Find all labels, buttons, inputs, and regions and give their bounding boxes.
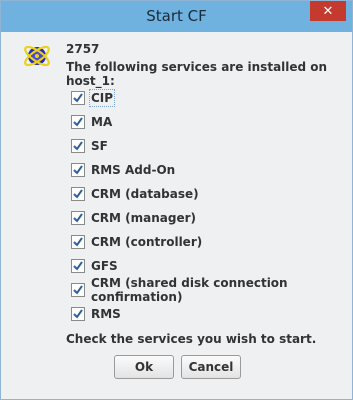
checkbox-box[interactable]	[71, 283, 85, 297]
services-checklist: CIP MA SF RMS Add-On CRM (database) CRM …	[71, 86, 345, 326]
ok-button[interactable]: Ok	[114, 355, 174, 379]
service-checkbox-sf[interactable]: SF	[71, 134, 345, 158]
service-checkbox-crm-manager[interactable]: CRM (manager)	[71, 206, 345, 230]
service-checkbox-crm-database[interactable]: CRM (database)	[71, 182, 345, 206]
service-label: GFS	[91, 259, 118, 273]
dialog-content: 2757 The following services are installe…	[8, 32, 345, 392]
checkbox-box[interactable]	[71, 115, 85, 129]
checkbox-box[interactable]	[71, 235, 85, 249]
window-title: Start CF	[146, 7, 207, 25]
service-label: CRM (shared disk connection confirmation…	[91, 276, 288, 304]
instruction-text: Check the services you wish to start.	[66, 332, 317, 346]
service-label: CRM (database)	[91, 187, 199, 201]
service-checkbox-ma[interactable]: MA	[71, 110, 345, 134]
service-label: RMS	[91, 307, 121, 321]
service-label: CRM (controller)	[91, 235, 203, 249]
service-checkbox-rms-add-on[interactable]: RMS Add-On	[71, 158, 345, 182]
message-code: 2757	[66, 42, 100, 56]
service-label: MA	[91, 115, 113, 129]
checkbox-box[interactable]	[71, 187, 85, 201]
service-label: RMS Add-On	[91, 163, 176, 177]
checkbox-box[interactable]	[71, 139, 85, 153]
service-label: CIP	[88, 89, 116, 107]
service-checkbox-rms[interactable]: RMS	[71, 302, 345, 326]
app-icon	[24, 45, 50, 67]
service-label: SF	[91, 139, 108, 153]
message-text: The following services are installed on …	[66, 60, 328, 88]
checkbox-box[interactable]	[71, 211, 85, 225]
service-checkbox-cip[interactable]: CIP	[71, 86, 345, 110]
cancel-button[interactable]: Cancel	[181, 355, 241, 379]
checkbox-box[interactable]	[71, 259, 85, 273]
checkbox-box[interactable]	[71, 307, 85, 321]
checkbox-box[interactable]	[71, 163, 85, 177]
service-label: CRM (manager)	[91, 211, 197, 225]
dialog-window: Start CF ✕ 2757 The following services a…	[0, 0, 353, 400]
service-checkbox-crm-controller[interactable]: CRM (controller)	[71, 230, 345, 254]
service-checkbox-crm-shared-disk[interactable]: CRM (shared disk connection confirmation…	[71, 276, 345, 304]
title-bar[interactable]: Start CF ✕	[1, 1, 352, 32]
checkbox-box[interactable]	[71, 91, 85, 105]
service-checkbox-gfs[interactable]: GFS	[71, 254, 345, 278]
close-button[interactable]: ✕	[310, 1, 346, 21]
